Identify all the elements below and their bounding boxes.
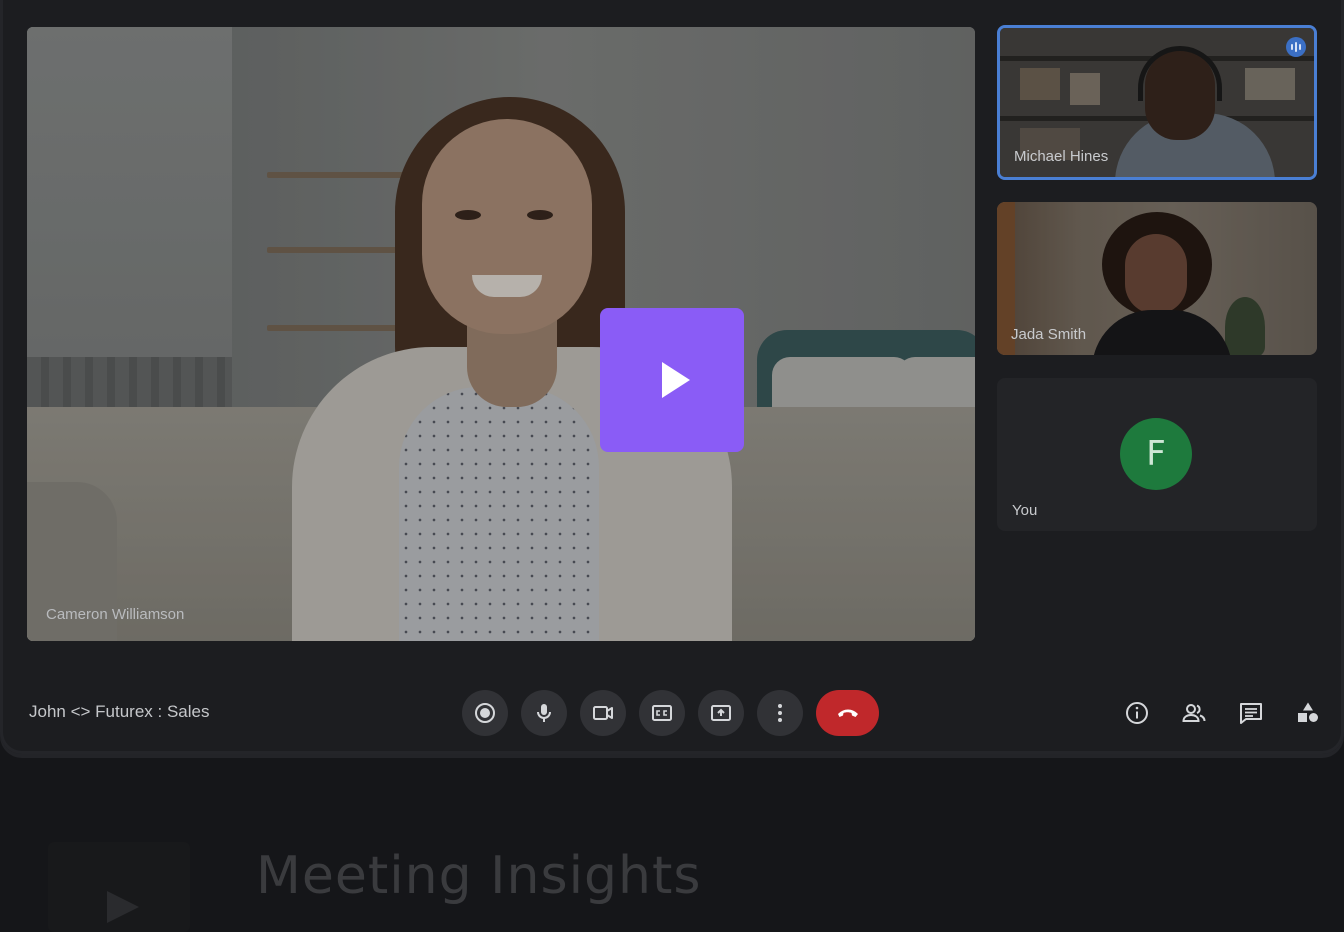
camera-icon	[593, 706, 613, 720]
play-button[interactable]	[600, 308, 744, 452]
participant-name: You	[1012, 502, 1038, 519]
main-participant-name: Cameron Williamson	[46, 606, 185, 623]
speaking-indicator-icon	[1286, 37, 1306, 57]
chat-icon	[1240, 703, 1262, 724]
people-icon	[1182, 704, 1206, 722]
captions-icon	[652, 705, 672, 721]
participant-name: Jada Smith	[1011, 326, 1087, 343]
play-icon	[107, 891, 139, 923]
people-button[interactable]	[1179, 698, 1209, 728]
call-controls	[462, 690, 879, 736]
activities-button[interactable]	[1293, 698, 1323, 728]
info-icon	[1126, 702, 1148, 724]
record-icon	[475, 703, 495, 723]
participant-tile-jada[interactable]: Jada Smith	[997, 202, 1317, 355]
meeting-window: Cameron Williamson Michael Hines Jada Sm…	[0, 0, 1344, 754]
microphone-icon	[537, 704, 551, 722]
end-call-button[interactable]	[816, 690, 879, 736]
present-screen-button[interactable]	[698, 690, 744, 736]
more-vertical-icon	[778, 704, 782, 722]
insights-title: Meeting Insights	[256, 846, 702, 906]
camera-button[interactable]	[580, 690, 626, 736]
record-button[interactable]	[462, 690, 508, 736]
participant-name: Michael Hines	[1014, 148, 1109, 165]
captions-button[interactable]	[639, 690, 685, 736]
side-panel-actions	[1122, 698, 1323, 728]
hang-up-icon	[837, 709, 858, 717]
activities-icon	[1298, 702, 1318, 722]
participant-tile-michael[interactable]: Michael Hines	[997, 25, 1317, 180]
meeting-title: John <> Futurex : Sales	[29, 702, 210, 721]
chat-button[interactable]	[1236, 698, 1266, 728]
main-video-tile[interactable]: Cameron Williamson	[27, 27, 975, 641]
info-button[interactable]	[1122, 698, 1152, 728]
video-dim-overlay	[27, 27, 975, 641]
participant-tile-you[interactable]: F You	[997, 378, 1317, 531]
present-screen-icon	[711, 705, 731, 721]
more-options-button[interactable]	[757, 690, 803, 736]
play-icon	[662, 362, 690, 398]
insights-video-thumbnail[interactable]	[48, 842, 190, 932]
avatar: F	[1120, 418, 1192, 490]
microphone-button[interactable]	[521, 690, 567, 736]
